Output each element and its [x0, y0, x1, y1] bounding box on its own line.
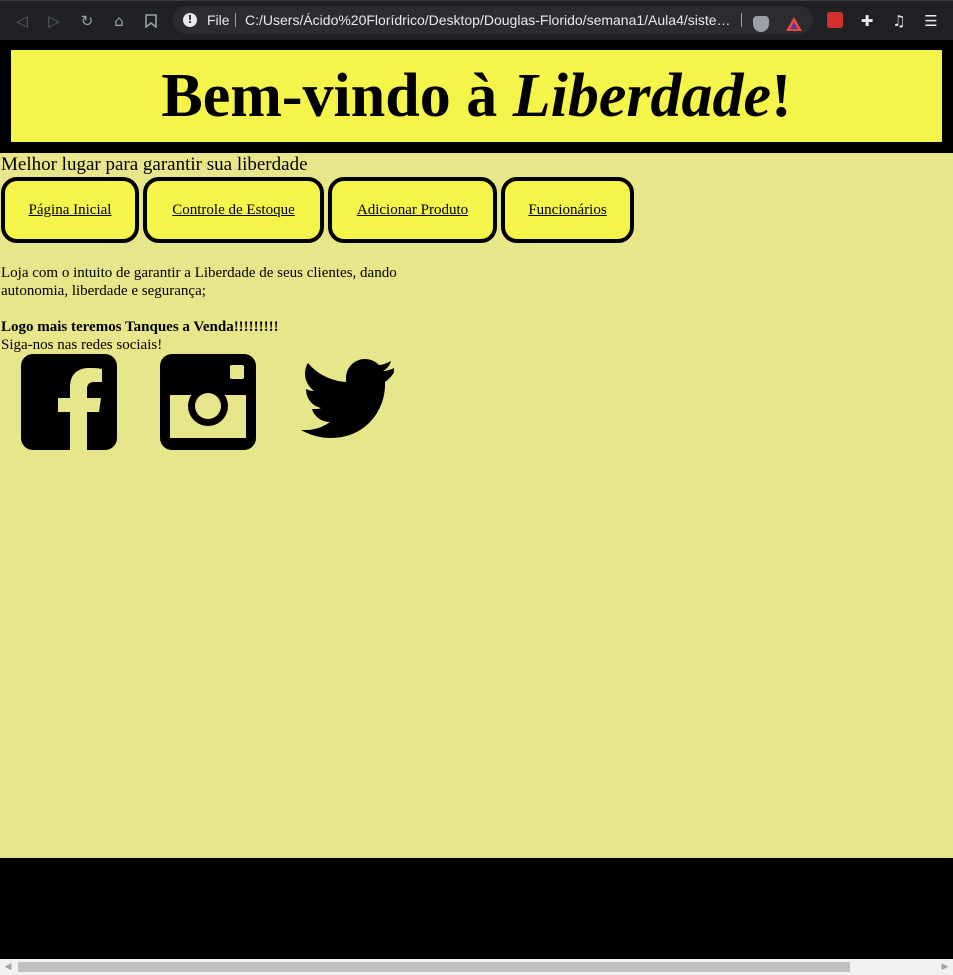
menu-icon[interactable]: ☰	[919, 9, 943, 33]
header-banner: Bem-vindo à Liberdade!	[11, 50, 942, 142]
title-suffix: !	[770, 62, 792, 130]
brave-shield-icon[interactable]	[753, 16, 769, 32]
promo-text: Logo mais teremos Tanques a Venda!!!!!!!…	[1, 319, 279, 335]
title-prefix: Bem-vindo à	[161, 62, 513, 130]
nav-link-pagina-inicial[interactable]: Página Inicial	[5, 181, 135, 239]
forward-icon[interactable]: ▷	[42, 9, 66, 33]
horizontal-scrollbar[interactable]: ◀ ▶	[0, 959, 953, 975]
bookmark-icon[interactable]	[139, 9, 163, 33]
scroll-right-icon[interactable]: ▶	[937, 959, 953, 975]
nav-button-funcionarios[interactable]: Funcionários	[501, 177, 634, 243]
browser-toolbar: ◁ ▷ ↻ ⌂ ! File C:/Users/Ácido%20Florídri…	[0, 0, 953, 40]
instagram-icon[interactable]	[160, 354, 256, 450]
extension-icon[interactable]	[827, 12, 843, 28]
facebook-icon[interactable]	[21, 354, 117, 450]
scrollbar-thumb[interactable]	[18, 962, 850, 972]
title-emphasis: Liberdade	[512, 62, 771, 130]
tagline: Melhor lugar para garantir sua liberdade	[1, 154, 308, 175]
brave-rewards-icon[interactable]	[785, 16, 802, 32]
nav-button-adicionar-produto[interactable]: Adicionar Produto	[328, 177, 497, 243]
page-header: Bem-vindo à Liberdade!	[0, 40, 953, 153]
nav-button-pagina-inicial[interactable]: Página Inicial	[1, 177, 139, 243]
follow-text: Siga-nos nas redes sociais!	[1, 337, 163, 353]
nav-link-funcionarios[interactable]: Funcionários	[505, 181, 630, 239]
file-label: File	[207, 12, 230, 28]
info-icon[interactable]: !	[183, 13, 197, 27]
description-text: Loja com o intuito de garantir a Liberda…	[1, 265, 397, 299]
home-icon[interactable]: ⌂	[107, 9, 131, 33]
puzzle-icon[interactable]: ✚	[855, 9, 879, 33]
reload-icon[interactable]: ↻	[75, 9, 99, 33]
divider	[741, 13, 742, 27]
nav-link-adicionar-produto[interactable]: Adicionar Produto	[332, 181, 493, 239]
address-bar[interactable]: ! File C:/Users/Ácido%20Florídrico/Deskt…	[173, 6, 813, 34]
page-title: Bem-vindo à Liberdade!	[11, 50, 942, 142]
media-icon[interactable]: ♫	[887, 9, 911, 33]
nav-button-controle-estoque[interactable]: Controle de Estoque	[143, 177, 324, 243]
main-content: Melhor lugar para garantir sua liberdade…	[0, 153, 953, 858]
scroll-left-icon[interactable]: ◀	[0, 959, 16, 975]
page-viewport: Bem-vindo à Liberdade! Melhor lugar para…	[0, 40, 953, 959]
url-text[interactable]: C:/Users/Ácido%20Florídrico/Desktop/Doug…	[245, 6, 735, 34]
divider	[235, 13, 236, 27]
back-icon[interactable]: ◁	[10, 9, 34, 33]
nav-link-controle-estoque[interactable]: Controle de Estoque	[147, 181, 320, 239]
twitter-icon[interactable]	[298, 354, 396, 444]
